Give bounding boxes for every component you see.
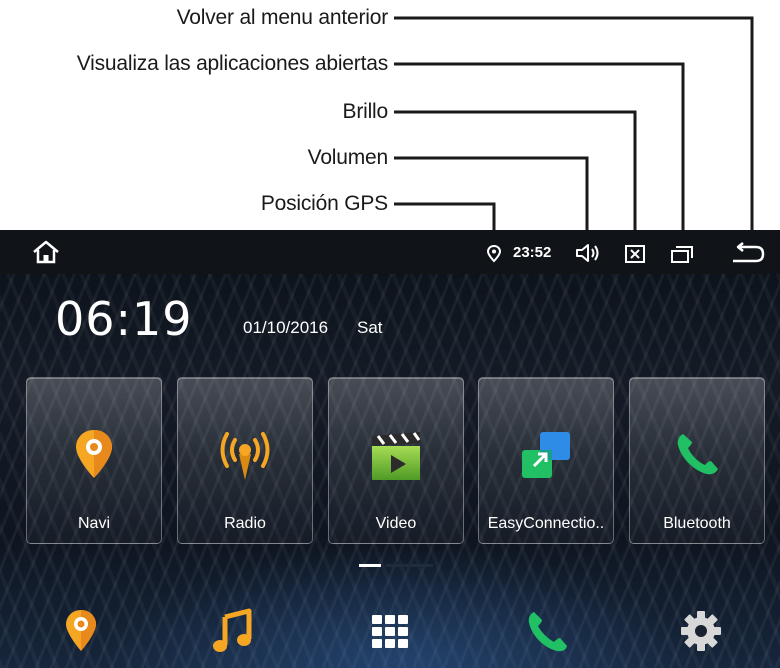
back-arrow-icon[interactable] [730, 242, 766, 266]
easyconnection-icon [522, 432, 570, 478]
pager-indicator-active[interactable] [359, 564, 381, 567]
clock-day: Sat [357, 318, 383, 337]
annotation-volume: Volumen [307, 146, 389, 169]
settings-gear-icon[interactable] [677, 607, 725, 655]
status-bar: 23:52 [0, 230, 780, 274]
recent-apps-icon[interactable] [669, 243, 695, 265]
pager-indicator[interactable] [386, 564, 408, 567]
app-label-bluetooth: Bluetooth [663, 515, 731, 532]
phone-icon[interactable] [522, 607, 570, 655]
app-tile-navi[interactable]: Navi [26, 377, 162, 544]
leader-volume [394, 156, 589, 236]
radio-antenna-icon [220, 432, 270, 480]
head-unit-screen: 23:52 06:19 01/10/2016 Sat Navi Radio Vi… [0, 230, 780, 668]
location-pin-icon [486, 245, 502, 263]
home-icon[interactable] [31, 239, 61, 265]
app-grid-icon[interactable] [366, 607, 414, 655]
app-label-navi: Navi [77, 515, 110, 532]
leader-back [394, 16, 754, 236]
app-tile-video[interactable]: Video [328, 377, 464, 544]
leader-recent [394, 62, 685, 236]
status-time: 23:52 [513, 244, 552, 261]
app-label-easyconnection: EasyConnectio.. [487, 515, 605, 532]
pager-indicator[interactable] [411, 564, 433, 567]
map-pin-icon[interactable] [57, 607, 105, 655]
app-label-radio: Radio [224, 515, 266, 532]
app-tile-bluetooth[interactable]: Bluetooth [629, 377, 765, 544]
speaker-icon[interactable] [574, 242, 602, 264]
brightness-box-icon[interactable] [624, 244, 646, 264]
app-tile-radio[interactable]: Radio [177, 377, 313, 544]
video-clapper-icon [372, 432, 421, 480]
phone-icon [677, 434, 718, 475]
leader-brightness [394, 110, 637, 236]
annotation-gps: Posición GPS [260, 192, 388, 215]
annotation-back: Volver al menu anterior [176, 6, 389, 29]
app-tile-easyconnection[interactable]: EasyConnectio.. [478, 377, 614, 544]
music-note-icon[interactable] [209, 607, 257, 655]
annotation-recent-apps: Visualiza las aplicaciones abiertas [76, 52, 388, 75]
app-label-video: Video [375, 515, 417, 532]
clock-date: 01/10/2016 [243, 318, 329, 337]
clock-time: 06:19 [55, 292, 193, 346]
map-pin-icon [76, 430, 112, 478]
annotation-brightness: Brillo [342, 100, 389, 123]
